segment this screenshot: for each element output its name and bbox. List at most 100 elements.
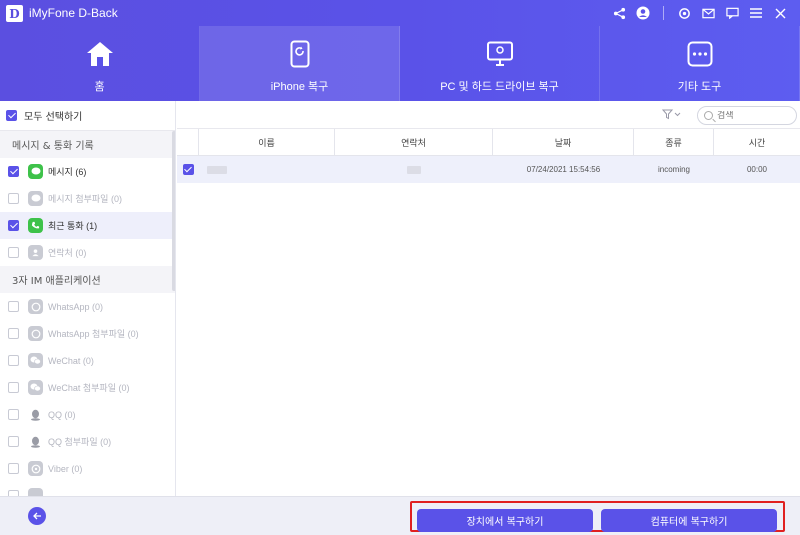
message-attachments-checkbox[interactable] <box>8 193 19 204</box>
sidebar-scrollbar[interactable] <box>172 131 175 291</box>
header-type[interactable]: 종류 <box>634 129 714 155</box>
table-row[interactable]: 07/24/2021 15:54:56 incoming 00:00 <box>177 156 800 183</box>
mail-icon[interactable] <box>696 3 720 23</box>
whatsapp-icon <box>28 326 43 341</box>
settings-icon[interactable] <box>672 3 696 23</box>
tab-iphone-recovery-label: iPhone 복구 <box>270 81 329 93</box>
select-all-checkbox[interactable] <box>6 110 17 121</box>
sidebar-item-label: 최근 통화 (1) <box>48 221 98 231</box>
filter-icon[interactable] <box>661 109 684 121</box>
search-input[interactable] <box>717 110 787 121</box>
iphone-recovery-icon <box>286 40 314 68</box>
qq-icon <box>28 434 43 449</box>
more-tools-icon <box>686 40 714 68</box>
restore-buttons-highlight: 장치에서 복구하기 컴퓨터에 복구하기 <box>410 501 785 532</box>
app-icon <box>28 488 43 496</box>
sidebar-item-label: 메시지 첨부파일 (0) <box>48 194 122 204</box>
cell-time: 00:00 <box>746 165 768 174</box>
tab-pc-drive-recovery[interactable]: PC 및 하드 드라이브 복구 <box>400 26 600 101</box>
sidebar-item-message-attachments[interactable]: 메시지 첨부파일 (0) <box>0 185 175 212</box>
wechat-checkbox[interactable] <box>8 355 19 366</box>
select-all-row[interactable]: 모두 선택하기 <box>0 101 175 131</box>
cell-name <box>199 156 335 183</box>
sidebar-item-viber[interactable]: Viber (0) <box>0 455 175 482</box>
header-time[interactable]: 시간 <box>714 129 800 155</box>
share-icon[interactable] <box>607 3 631 23</box>
sidebar-item-recent-calls[interactable]: 최근 통화 (1) <box>0 212 175 239</box>
main-tabs: 홈 iPhone 복구 PC 및 하드 드라이브 복구 기타 도구 <box>0 26 800 101</box>
sidebar-item-label: 연락처 (0) <box>48 248 87 258</box>
whatsapp-checkbox[interactable] <box>8 301 19 312</box>
search-box[interactable] <box>697 106 797 125</box>
sidebar-item-whatsapp-attachments[interactable]: WhatsApp 첨부파일 (0) <box>0 320 175 347</box>
wechat-icon <box>28 353 43 368</box>
wechat-icon <box>28 380 43 395</box>
back-button[interactable] <box>28 507 46 525</box>
menu-icon[interactable] <box>744 3 768 23</box>
redacted-name <box>207 165 227 174</box>
sidebar-item-label: WhatsApp (0) <box>48 301 104 312</box>
sidebar-item-partial[interactable] <box>0 482 175 496</box>
cell-date: 07/24/2021 15:54:56 <box>526 165 601 174</box>
header-contact[interactable]: 연락처 <box>335 129 493 155</box>
whatsapp-attachments-checkbox[interactable] <box>8 328 19 339</box>
wechat-attachments-checkbox[interactable] <box>8 382 19 393</box>
tab-home-label: 홈 <box>94 81 105 93</box>
call-history-table: 이름 연락처 날짜 종류 시간 07/24/2021 15:54:56 inco… <box>177 129 800 183</box>
sidebar-item-messages[interactable]: 메시지 (6) <box>0 158 175 185</box>
tab-home[interactable]: 홈 <box>0 26 200 101</box>
row-checkbox-cell <box>177 156 199 183</box>
header: D iMyFone D-Back 홈 iPhone 복구 PC 및 하드 드라이… <box>0 0 800 101</box>
contacts-icon <box>28 245 43 260</box>
contacts-checkbox[interactable] <box>8 247 19 258</box>
qq-checkbox[interactable] <box>8 409 19 420</box>
close-icon[interactable] <box>768 3 792 23</box>
category-sidebar: 모두 선택하기 메시지 & 통화 기록 메시지 (6) 메시지 첨부파일 (0)… <box>0 101 176 496</box>
search-icon <box>704 111 713 120</box>
viber-icon <box>28 461 43 476</box>
sidebar-item-label: WhatsApp 첨부파일 (0) <box>48 329 139 339</box>
list-toolbar <box>177 101 800 129</box>
sidebar-item-qq[interactable]: QQ (0) <box>0 401 175 428</box>
home-icon <box>86 40 114 68</box>
app-window: D iMyFone D-Back 홈 iPhone 복구 PC 및 하드 드라이… <box>0 0 800 535</box>
feedback-icon[interactable] <box>720 3 744 23</box>
sidebar-item-wechat-attachments[interactable]: WeChat 첨부파일 (0) <box>0 374 175 401</box>
sidebar-item-contacts[interactable]: 연락처 (0) <box>0 239 175 266</box>
select-all-label: 모두 선택하기 <box>24 112 83 123</box>
sidebar-item-label: WeChat (0) <box>48 355 94 366</box>
app-title: iMyFone D-Back <box>29 6 118 20</box>
section-third-party-apps: 3자 IM 애플리케이션 <box>0 266 175 293</box>
header-date[interactable]: 날짜 <box>493 129 634 155</box>
table-header: 이름 연락처 날짜 종류 시간 <box>177 129 800 156</box>
sidebar-item-label: 메시지 (6) <box>48 167 87 177</box>
qq-icon <box>28 407 43 422</box>
tab-pc-drive-label: PC 및 하드 드라이브 복구 <box>440 81 559 93</box>
account-icon[interactable] <box>631 3 655 23</box>
whatsapp-icon <box>28 299 43 314</box>
message-icon <box>28 164 43 179</box>
cell-contact <box>335 156 493 183</box>
section-messages-calls: 메시지 & 통화 기록 <box>0 131 175 158</box>
window-controls <box>607 3 792 23</box>
tab-more-tools[interactable]: 기타 도구 <box>600 26 800 101</box>
recent-calls-checkbox[interactable] <box>8 220 19 231</box>
qq-attachments-checkbox[interactable] <box>8 436 19 447</box>
tab-iphone-recovery[interactable]: iPhone 복구 <box>200 26 400 101</box>
redacted-contact <box>407 165 421 174</box>
restore-to-computer-button[interactable]: 컴퓨터에 복구하기 <box>601 509 777 532</box>
sidebar-item-whatsapp[interactable]: WhatsApp (0) <box>0 293 175 320</box>
messages-checkbox[interactable] <box>8 166 19 177</box>
restore-to-device-button[interactable]: 장치에서 복구하기 <box>417 509 593 532</box>
pc-drive-icon <box>486 40 514 68</box>
sidebar-item-label: Viber (0) <box>48 463 83 474</box>
app-logo: D <box>6 5 23 22</box>
sidebar-item-wechat[interactable]: WeChat (0) <box>0 347 175 374</box>
header-name[interactable]: 이름 <box>199 129 335 155</box>
sidebar-item-qq-attachments[interactable]: QQ 첨부파일 (0) <box>0 428 175 455</box>
viber-checkbox[interactable] <box>8 463 19 474</box>
divider <box>663 6 664 20</box>
sidebar-item-label: QQ 첨부파일 (0) <box>48 437 112 447</box>
tab-more-tools-label: 기타 도구 <box>677 81 722 93</box>
row-checkbox[interactable] <box>182 164 194 175</box>
